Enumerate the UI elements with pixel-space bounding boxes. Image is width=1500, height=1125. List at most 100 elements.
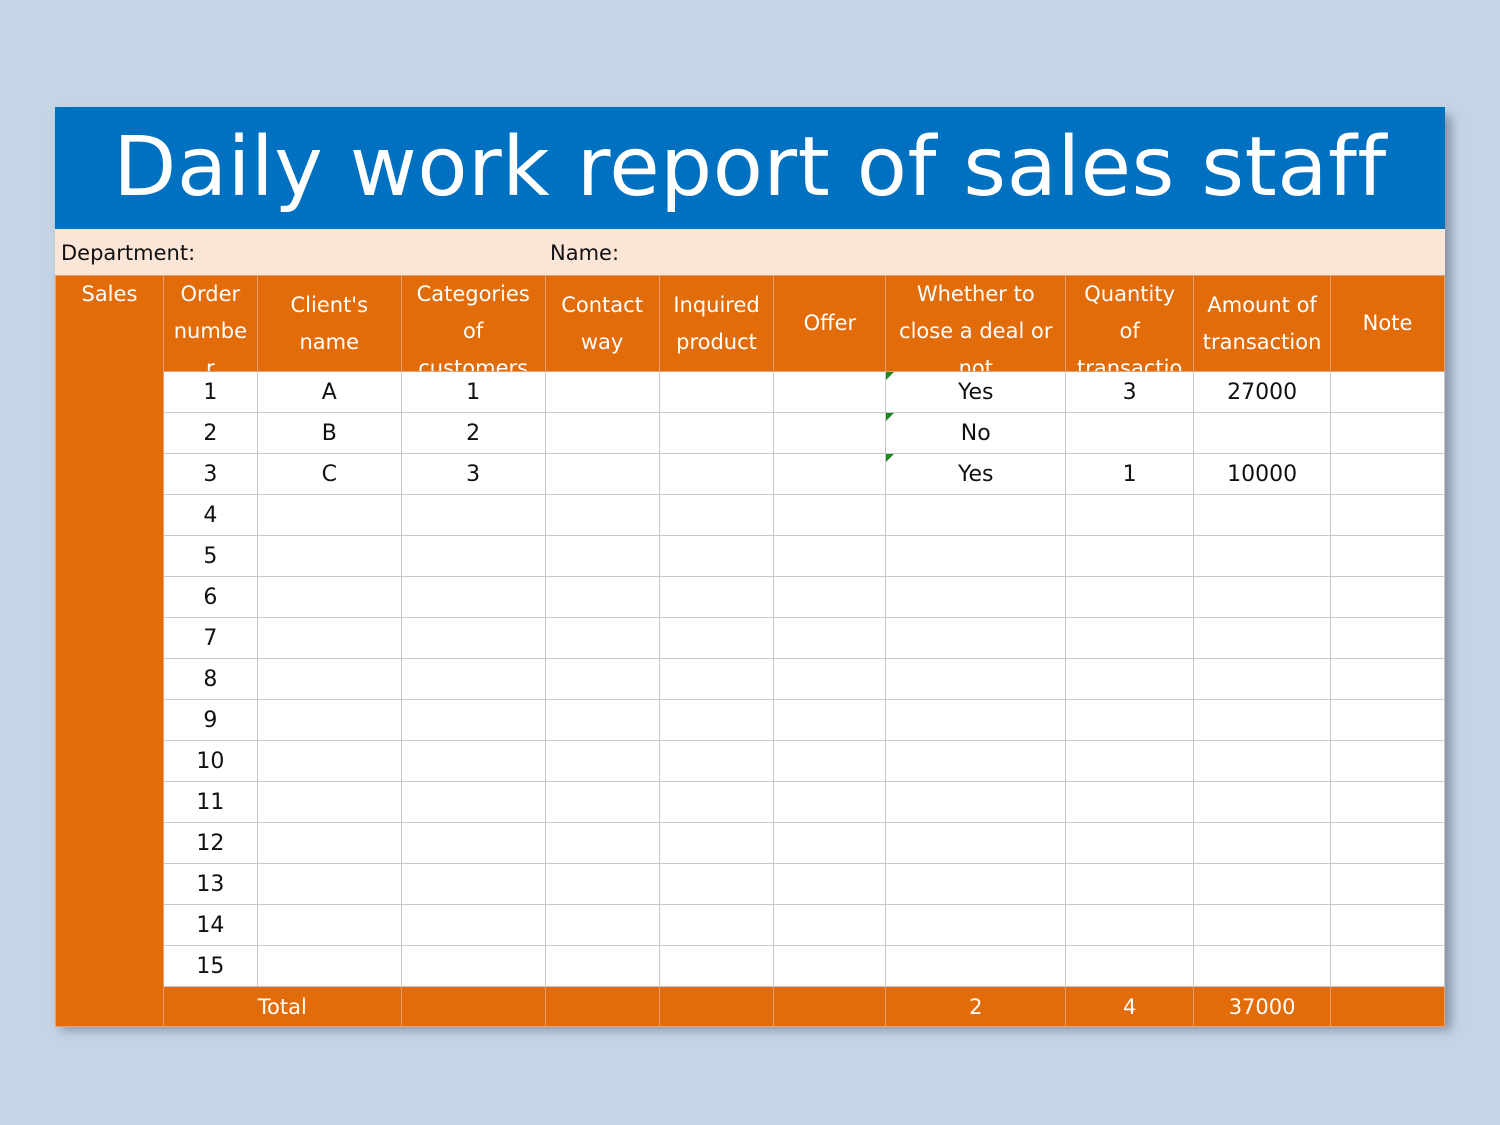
cell-client-name[interactable]: [256, 945, 402, 987]
cell-note[interactable]: [1330, 822, 1445, 864]
cell-customer-category[interactable]: [400, 781, 546, 823]
cell-inquired-product[interactable]: [658, 535, 775, 577]
cell-customer-category[interactable]: [400, 904, 546, 946]
cell-quantity[interactable]: [1065, 658, 1195, 700]
cell-offer[interactable]: [773, 945, 887, 987]
cell-contact-way[interactable]: [544, 617, 660, 659]
cell-amount[interactable]: [1193, 781, 1332, 823]
cell-client-name[interactable]: C: [256, 453, 402, 495]
cell-inquired-product[interactable]: [658, 617, 775, 659]
cell-order-number[interactable]: 12: [162, 822, 258, 864]
cell-inquired-product[interactable]: [658, 863, 775, 905]
cell-offer[interactable]: [773, 576, 887, 618]
cell-customer-category[interactable]: [400, 822, 546, 864]
cell-inquired-product[interactable]: [658, 740, 775, 782]
cell-client-name[interactable]: [256, 535, 402, 577]
cell-inquired-product[interactable]: [658, 658, 775, 700]
cell-quantity[interactable]: [1065, 699, 1195, 741]
cell-note[interactable]: [1330, 494, 1445, 536]
cell-quantity[interactable]: [1065, 863, 1195, 905]
cell-inquired-product[interactable]: [658, 699, 775, 741]
cell-note[interactable]: [1330, 371, 1445, 413]
cell-note[interactable]: [1330, 576, 1445, 618]
cell-client-name[interactable]: [256, 617, 402, 659]
cell-amount[interactable]: [1193, 863, 1332, 905]
cell-client-name[interactable]: [256, 494, 402, 536]
cell-note[interactable]: [1330, 945, 1445, 987]
cell-inquired-product[interactable]: [658, 576, 775, 618]
cell-inquired-product[interactable]: [658, 822, 775, 864]
cell-client-name[interactable]: [256, 658, 402, 700]
cell-quantity[interactable]: [1065, 576, 1195, 618]
cell-offer[interactable]: [773, 453, 887, 495]
cell-amount[interactable]: [1193, 740, 1332, 782]
cell-offer[interactable]: [773, 494, 887, 536]
cell-deal-closed[interactable]: No: [885, 412, 1067, 454]
cell-customer-category[interactable]: [400, 699, 546, 741]
cell-deal-closed[interactable]: [885, 740, 1067, 782]
cell-amount[interactable]: [1193, 822, 1332, 864]
cell-order-number[interactable]: 11: [162, 781, 258, 823]
cell-deal-closed[interactable]: Yes: [885, 371, 1067, 413]
cell-customer-category[interactable]: [400, 740, 546, 782]
cell-order-number[interactable]: 14: [162, 904, 258, 946]
cell-order-number[interactable]: 4: [162, 494, 258, 536]
cell-offer[interactable]: [773, 658, 887, 700]
cell-order-number[interactable]: 1: [162, 371, 258, 413]
cell-contact-way[interactable]: [544, 904, 660, 946]
cell-offer[interactable]: [773, 740, 887, 782]
cell-amount[interactable]: 27000: [1193, 371, 1332, 413]
cell-offer[interactable]: [773, 904, 887, 946]
cell-contact-way[interactable]: [544, 781, 660, 823]
cell-deal-closed[interactable]: [885, 617, 1067, 659]
cell-contact-way[interactable]: [544, 535, 660, 577]
cell-customer-category[interactable]: [400, 658, 546, 700]
cell-client-name[interactable]: B: [256, 412, 402, 454]
cell-order-number[interactable]: 3: [162, 453, 258, 495]
cell-order-number[interactable]: 9: [162, 699, 258, 741]
cell-quantity[interactable]: [1065, 781, 1195, 823]
cell-deal-closed[interactable]: Yes: [885, 453, 1067, 495]
cell-deal-closed[interactable]: [885, 576, 1067, 618]
cell-deal-closed[interactable]: [885, 822, 1067, 864]
cell-client-name[interactable]: [256, 576, 402, 618]
cell-client-name[interactable]: [256, 699, 402, 741]
cell-contact-way[interactable]: [544, 740, 660, 782]
cell-client-name[interactable]: [256, 863, 402, 905]
cell-inquired-product[interactable]: [658, 371, 775, 413]
cell-quantity[interactable]: 3: [1065, 371, 1195, 413]
cell-client-name[interactable]: [256, 740, 402, 782]
cell-contact-way[interactable]: [544, 371, 660, 413]
cell-deal-closed[interactable]: [885, 658, 1067, 700]
cell-note[interactable]: [1330, 617, 1445, 659]
cell-customer-category[interactable]: 2: [400, 412, 546, 454]
cell-client-name[interactable]: A: [256, 371, 402, 413]
cell-inquired-product[interactable]: [658, 945, 775, 987]
cell-client-name[interactable]: [256, 822, 402, 864]
cell-order-number[interactable]: 13: [162, 863, 258, 905]
cell-contact-way[interactable]: [544, 494, 660, 536]
cell-note[interactable]: [1330, 699, 1445, 741]
cell-inquired-product[interactable]: [658, 453, 775, 495]
cell-note[interactable]: [1330, 412, 1445, 454]
cell-amount[interactable]: 10000: [1193, 453, 1332, 495]
cell-offer[interactable]: [773, 535, 887, 577]
cell-quantity[interactable]: [1065, 535, 1195, 577]
cell-quantity[interactable]: [1065, 904, 1195, 946]
cell-order-number[interactable]: 10: [162, 740, 258, 782]
cell-contact-way[interactable]: [544, 945, 660, 987]
cell-customer-category[interactable]: [400, 535, 546, 577]
cell-note[interactable]: [1330, 781, 1445, 823]
cell-note[interactable]: [1330, 658, 1445, 700]
cell-amount[interactable]: [1193, 617, 1332, 659]
cell-deal-closed[interactable]: [885, 781, 1067, 823]
cell-quantity[interactable]: [1065, 494, 1195, 536]
cell-order-number[interactable]: 5: [162, 535, 258, 577]
cell-quantity[interactable]: [1065, 412, 1195, 454]
cell-amount[interactable]: [1193, 904, 1332, 946]
cell-inquired-product[interactable]: [658, 412, 775, 454]
cell-offer[interactable]: [773, 822, 887, 864]
cell-customer-category[interactable]: [400, 863, 546, 905]
cell-contact-way[interactable]: [544, 576, 660, 618]
cell-deal-closed[interactable]: [885, 699, 1067, 741]
